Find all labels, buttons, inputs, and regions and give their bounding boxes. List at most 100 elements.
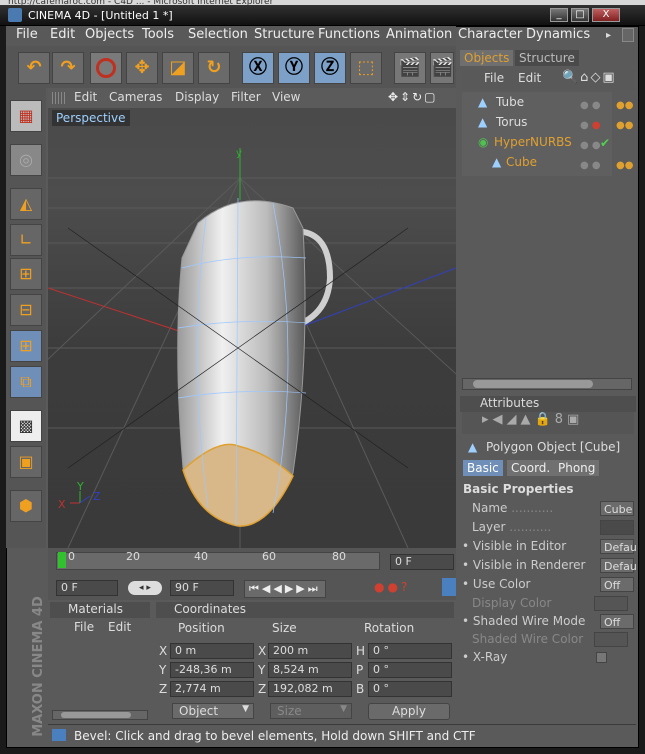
scale-icon[interactable]: ◪ [162, 52, 194, 84]
attributes-nav-icons[interactable]: ▸◀◢▲🔒8▣ [462, 412, 634, 434]
viewport-menu-cameras[interactable]: Cameras [109, 90, 162, 104]
timeline-playhead[interactable] [58, 552, 66, 568]
rot-h-field[interactable]: 0 ° [368, 643, 452, 659]
size-z-field[interactable]: 192,082 m [268, 681, 352, 697]
tab-coord[interactable]: Coord. [507, 460, 555, 476]
end-frame-field[interactable]: 90 F [170, 580, 234, 596]
render-view-icon[interactable]: 🎬 [394, 52, 426, 84]
size-mode-select[interactable]: Size ▼ [270, 703, 352, 719]
prop-xray-checkbox[interactable] [596, 652, 607, 663]
coord-mode-select[interactable]: Object ▼ [172, 703, 254, 719]
3d-viewport[interactable]: y X Y Z [48, 108, 456, 548]
tick-40: 40 [194, 550, 208, 563]
menu-objects[interactable]: Objects [85, 27, 134, 42]
object-torus[interactable]: Torus [496, 115, 527, 129]
maximize-button[interactable]: □ [571, 8, 589, 22]
window-title: CINEMA 4D - [Untitled 1 *] [28, 9, 173, 22]
prop-visible-renderer-select[interactable]: Defau [600, 558, 637, 573]
prop-name-field[interactable]: Cube [600, 501, 634, 516]
z-axis-lock-icon[interactable]: Ⓩ [314, 52, 346, 84]
object-hypernurbs[interactable]: HyperNURBS [494, 135, 572, 149]
viewport-nav-icons[interactable]: ✥⇕↻▢ [388, 90, 438, 104]
workplane-icon[interactable]: ▣ [10, 446, 42, 478]
rot-h-label: H [356, 644, 366, 658]
menu-structure[interactable]: Structure [254, 27, 314, 42]
tab-objects[interactable]: Objects [460, 50, 514, 66]
animation-mode-icon[interactable]: ⧉ [10, 366, 42, 398]
primitive-shapes-icon[interactable]: ⬢ [10, 490, 42, 522]
menu-file[interactable]: File [16, 27, 38, 42]
undo-icon[interactable]: ↶ [18, 52, 50, 84]
object-mode-icon[interactable]: ⊞ [10, 330, 42, 362]
menu-edit[interactable]: Edit [50, 27, 75, 42]
size-y-field[interactable]: 8,524 m [268, 662, 352, 678]
tag-icons[interactable]: ●● ●● ●● [616, 96, 633, 176]
record-keys-icon[interactable]: ●●? [374, 580, 410, 594]
viewport-menu-filter[interactable]: Filter [231, 90, 261, 104]
objects-menu-edit[interactable]: Edit [518, 71, 541, 85]
redo-icon[interactable]: ↷ [52, 52, 84, 84]
rot-p-field[interactable]: 0 ° [368, 662, 452, 678]
menu-functions[interactable]: Functions [318, 27, 380, 42]
rotate-icon[interactable]: ↻ [198, 52, 230, 84]
close-button[interactable]: X [592, 8, 620, 22]
pos-y-field[interactable]: -248,36 m [170, 662, 254, 678]
prop-display-color-swatch[interactable] [594, 596, 628, 611]
x-axis-lock-icon[interactable]: Ⓧ [242, 52, 274, 84]
playback-controls-icon[interactable]: ⏮◀◀▶▶⏭ [244, 580, 326, 598]
keyframe-options-icon[interactable] [442, 578, 456, 596]
viewport-menu-display[interactable]: Display [175, 90, 219, 104]
minimize-button[interactable]: _ [550, 8, 568, 22]
render-picture-icon[interactable]: 🎬 [430, 52, 454, 84]
move-icon[interactable]: ✥ [126, 52, 158, 84]
menu-more-arrow[interactable]: ▸ [606, 30, 611, 41]
materials-menu-edit[interactable]: Edit [108, 620, 131, 634]
prop-visible-editor-select[interactable]: Defau [600, 539, 637, 554]
rot-b-field[interactable]: 0 ° [368, 681, 452, 697]
apply-button[interactable]: Apply [368, 703, 450, 720]
current-frame-field[interactable]: 0 F [390, 554, 454, 570]
materials-menu-file[interactable]: File [74, 620, 94, 634]
prop-xray-label: • X-Ray [462, 650, 508, 664]
start-frame-field[interactable]: 0 F [56, 580, 118, 596]
y-axis-lock-icon[interactable]: Ⓨ [278, 52, 310, 84]
edges-mode-icon[interactable]: ∟ [10, 224, 42, 256]
object-cube[interactable]: Cube [506, 155, 537, 169]
cube-icon: ▲ [492, 155, 502, 169]
frame-range-slider[interactable]: ◂ ▸ [128, 581, 162, 595]
prop-visible-editor-row: • Visible in Editor Defau [462, 539, 637, 557]
coordinate-system-icon[interactable]: ⬚ [350, 52, 382, 84]
model-mode-icon[interactable]: ⊟ [10, 294, 42, 326]
pos-z-field[interactable]: 2,774 m [170, 681, 254, 697]
objects-menu-file[interactable]: File [484, 71, 504, 85]
points-mode-icon[interactable]: ◭ [10, 188, 42, 220]
object-tube[interactable]: Tube [496, 95, 524, 109]
prop-shaded-wire-color-swatch[interactable] [594, 632, 628, 647]
menu-tools[interactable]: Tools [142, 27, 174, 42]
tab-structure[interactable]: Structure [515, 50, 579, 66]
enabled-check-icon[interactable]: ✔ [600, 136, 610, 150]
tab-basic[interactable]: Basic [463, 460, 503, 476]
menu-character[interactable]: Character [458, 27, 522, 42]
prop-shaded-wire-select[interactable]: Off [600, 614, 634, 629]
menu-selection[interactable]: Selection [188, 27, 248, 42]
polygons-mode-icon[interactable]: ⊞ [10, 258, 42, 290]
objects-toolbar-icons[interactable]: 🔍⌂◇▣ [562, 70, 617, 85]
menu-animation[interactable]: Animation [386, 27, 452, 42]
prop-layer-field[interactable] [600, 520, 634, 535]
live-selection-icon[interactable] [90, 52, 122, 84]
visibility-dots-icon[interactable]: ● ● ● ● ● ● ● ● [580, 96, 601, 176]
menu-dynamics[interactable]: Dynamics [526, 27, 590, 42]
viewport-menu-edit[interactable]: Edit [74, 90, 97, 104]
texture-mode-icon[interactable]: ▩ [10, 410, 42, 442]
panel-expand-icon[interactable] [622, 28, 634, 42]
pos-x-field[interactable]: 0 m [170, 643, 254, 659]
size-x-field[interactable]: 200 m [268, 643, 352, 659]
sphere-tool-icon[interactable]: ◎ [10, 144, 42, 176]
layout-icon[interactable]: ▦ [10, 100, 42, 132]
viewport-menu-view[interactable]: View [272, 90, 300, 104]
prop-use-color-select[interactable]: Off [600, 577, 634, 592]
materials-scrollbar[interactable] [52, 710, 148, 720]
objects-scrollbar[interactable] [462, 378, 632, 390]
tab-phong[interactable]: Phong [554, 460, 600, 476]
